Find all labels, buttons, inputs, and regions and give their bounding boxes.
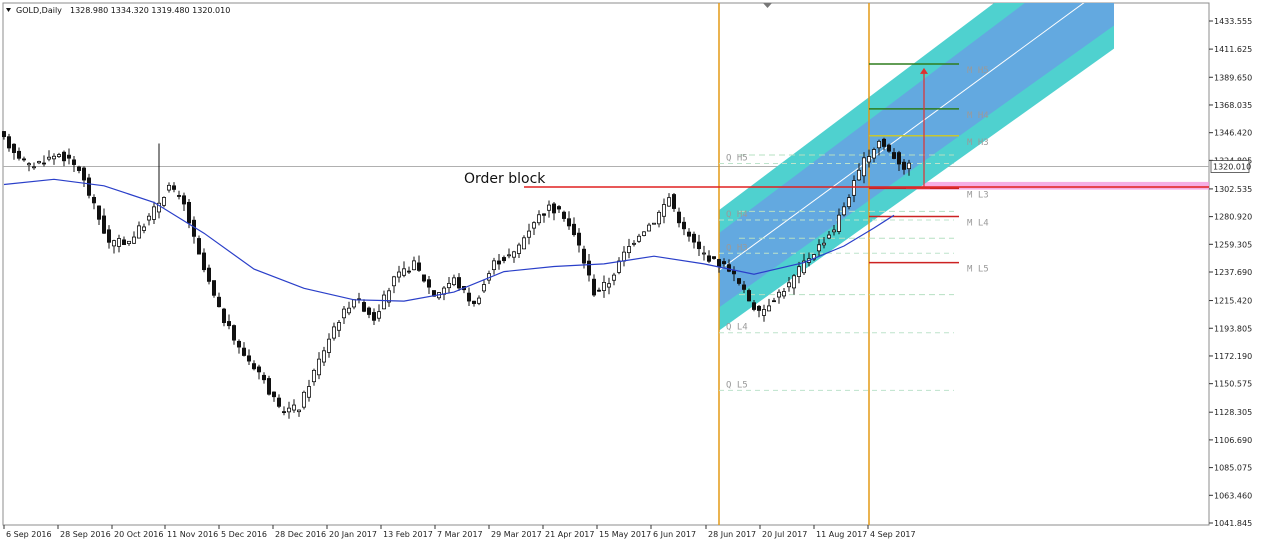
current-price-label: 1320.010 [1213, 163, 1251, 172]
symbol-label: GOLD,Daily [16, 6, 62, 15]
x-tick-label: 28 Dec 2016 [275, 530, 326, 539]
candle [887, 143, 892, 153]
x-tick-label: 21 Apr 2017 [545, 530, 594, 539]
q-level-label-2: Q H3 [726, 243, 748, 253]
x-tick-label: 20 Jan 2017 [329, 530, 377, 539]
x-tick-label: 20 Jul 2017 [762, 530, 807, 539]
y-tick-label: 1106.690 [1214, 436, 1252, 445]
candle [747, 288, 752, 302]
chart-root: GOLD,Daily 1328.980 1334.320 1319.480 13… [0, 0, 1280, 545]
x-tick-label: 5 Dec 2016 [221, 530, 267, 539]
y-tick-label: 1128.305 [1214, 408, 1252, 417]
x-tick-label: 28 Sep 2016 [60, 530, 111, 539]
x-tick-label: 15 May 2017 [599, 530, 651, 539]
candle [211, 280, 216, 298]
y-tick-label: 1389.650 [1214, 73, 1252, 82]
y-tick-label: 1433.555 [1214, 17, 1252, 26]
m-level-label-4: M L4 [967, 219, 989, 229]
m-level-label-2: M H3 [967, 138, 989, 148]
q-level-label-1: Q H4 [726, 210, 748, 220]
x-tick-label: 28 Jun 2017 [708, 530, 756, 539]
m-level-label-5: M L5 [967, 265, 989, 275]
order-block-label: Order block [464, 171, 546, 187]
m-level-label-0: M H5 [967, 66, 989, 76]
candle [196, 235, 201, 255]
x-tick-label: 7 Mar 2017 [437, 530, 483, 539]
y-tick-label: 1237.690 [1214, 268, 1252, 277]
x-tick-label: 13 Feb 2017 [383, 530, 433, 539]
m-level-label-1: M H4 [967, 111, 989, 121]
y-tick-label: 1346.420 [1214, 129, 1252, 138]
x-tick-label: 20 Oct 2016 [114, 530, 163, 539]
y-tick-label: 1215.420 [1214, 297, 1252, 306]
y-tick-label: 1368.035 [1214, 101, 1252, 110]
y-tick-label: 1063.460 [1214, 491, 1252, 500]
y-tick-label: 1411.625 [1214, 45, 1252, 54]
y-tick-label: 1150.575 [1214, 380, 1252, 389]
candle [642, 231, 647, 237]
y-tick-label: 1041.845 [1214, 519, 1252, 528]
y-tick-label: 1259.305 [1214, 240, 1252, 249]
x-tick-label: 29 Mar 2017 [491, 530, 542, 539]
y-tick-label: 1172.190 [1214, 352, 1252, 361]
x-tick-label: 11 Aug 2017 [816, 530, 867, 539]
candle [652, 222, 657, 225]
y-tick-label: 1193.805 [1214, 324, 1252, 333]
candle [266, 375, 271, 396]
y-tick-label: 1302.535 [1214, 185, 1252, 194]
x-tick-label: 6 Sep 2016 [6, 530, 52, 539]
x-tick-label: 6 Jun 2017 [653, 530, 696, 539]
y-tick-label: 1085.075 [1214, 464, 1252, 473]
ohlc-values: 1328.980 1334.320 1319.480 1320.010 [70, 6, 230, 15]
y-tick-label: 1280.920 [1214, 213, 1252, 222]
candle [161, 196, 166, 208]
x-tick-label: 4 Sep 2017 [870, 530, 916, 539]
candle [301, 390, 306, 410]
price-chart[interactable]: GOLD,Daily 1328.980 1334.320 1319.480 13… [0, 0, 1280, 545]
q-level-label-3: Q L4 [726, 323, 748, 333]
q-level-label-4: Q L5 [726, 380, 748, 390]
x-tick-label: 11 Nov 2016 [167, 530, 218, 539]
q-level-label-0: Q H5 [726, 154, 748, 164]
m-level-label-3: M L3 [967, 190, 989, 200]
